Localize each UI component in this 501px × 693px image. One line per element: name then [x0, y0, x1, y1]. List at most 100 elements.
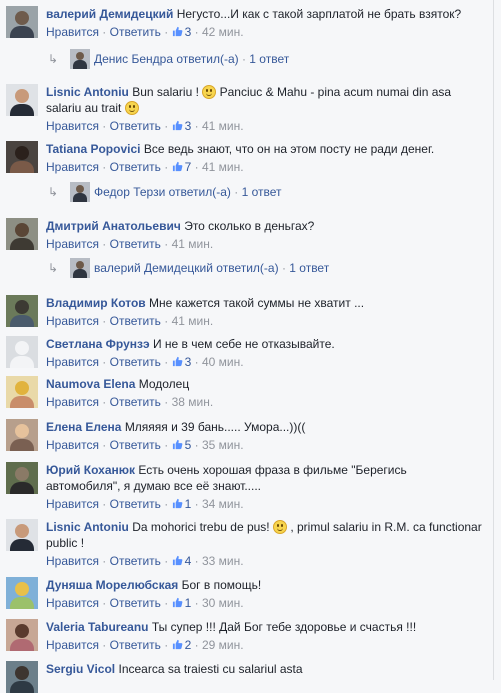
like-count[interactable]: 3 — [172, 25, 191, 39]
comment-actions: Нравится · Ответить · 41 мин. — [46, 237, 214, 251]
comment-time[interactable]: 41 мин. — [172, 314, 214, 328]
like-count[interactable]: 3 — [172, 119, 191, 133]
comment-author[interactable]: Naumova Elena — [46, 377, 135, 391]
comment-time[interactable]: 35 мин. — [202, 438, 244, 452]
like-button[interactable]: Нравится — [46, 355, 99, 369]
avatar[interactable] — [6, 462, 38, 494]
comment-author[interactable]: Дуняша Морелюбская — [46, 578, 178, 592]
avatar[interactable] — [6, 295, 38, 327]
comment-text: Модолец — [138, 377, 190, 391]
like-button[interactable]: Нравится — [46, 119, 99, 133]
thumbs-up-icon — [172, 120, 183, 131]
like-count[interactable]: 2 — [172, 638, 191, 652]
like-count[interactable]: 5 — [172, 438, 191, 452]
reply-button[interactable]: Ответить — [110, 554, 161, 568]
replies-link[interactable]: ↳ Денис Бендра ответил(-а) · 1 ответ — [48, 49, 478, 69]
like-count[interactable]: 1 — [172, 596, 191, 610]
comment-author[interactable]: Valeria Tabureanu — [46, 620, 149, 634]
reply-button[interactable]: Ответить — [110, 314, 161, 328]
comment-actions: Нравится · Ответить · 41 мин. — [46, 314, 214, 328]
replies-link[interactable]: ↳ Федор Терзи ответил(-а) · 1 ответ — [48, 182, 478, 202]
comment-author[interactable]: валерий Демидецкий — [46, 7, 173, 21]
like-button[interactable]: Нравится — [46, 237, 99, 251]
like-button[interactable]: Нравится — [46, 596, 99, 610]
like-count[interactable]: 1 — [172, 497, 191, 511]
comment-time[interactable]: 41 мин. — [172, 237, 214, 251]
comment-time[interactable]: 41 мин. — [202, 119, 244, 133]
comment-time[interactable]: 38 мин. — [172, 395, 214, 409]
thumbs-up-icon — [172, 639, 183, 650]
like-count[interactable]: 4 — [172, 554, 191, 568]
comment-text: И не в чем себе не отказывайте. — [152, 337, 335, 351]
reply-button[interactable]: Ответить — [110, 160, 161, 174]
thumbs-up-icon — [172, 26, 183, 37]
like-button[interactable]: Нравится — [46, 25, 99, 39]
replies-link[interactable]: ↳ валерий Демидецкий ответил(-а) · 1 отве… — [48, 258, 478, 278]
comment-author[interactable]: Юрий Коханюк — [46, 463, 135, 477]
comment-author[interactable]: Sergiu Vicol — [46, 662, 115, 676]
comment-author[interactable]: Tatiana Popovici — [46, 142, 140, 156]
comment-actions: Нравится · Ответить · 5 · 35 мин. — [46, 438, 244, 452]
avatar[interactable] — [6, 84, 38, 116]
like-button[interactable]: Нравится — [46, 395, 99, 409]
reply-button[interactable]: Ответить — [110, 395, 161, 409]
avatar[interactable] — [6, 141, 38, 173]
reply-button[interactable]: Ответить — [110, 438, 161, 452]
smile-emoji-icon — [202, 85, 217, 99]
reply-arrow-icon: ↳ — [48, 261, 59, 275]
comment-text: Ты супер !!! Дай Бог тебе здоровье и сча… — [151, 620, 417, 634]
avatar[interactable] — [6, 336, 38, 368]
reply-button[interactable]: Ответить — [110, 25, 161, 39]
avatar — [70, 258, 90, 278]
avatar[interactable] — [6, 376, 38, 408]
comment-author[interactable]: Светлана Фрунзэ — [46, 337, 150, 351]
reply-button[interactable]: Ответить — [110, 355, 161, 369]
reply-arrow-icon: ↳ — [48, 185, 59, 199]
avatar — [70, 49, 90, 69]
like-button[interactable]: Нравится — [46, 554, 99, 568]
like-count[interactable]: 7 — [172, 160, 191, 174]
comment-actions: Нравится · Ответить · 2 · 29 мин. — [46, 638, 244, 652]
reply-button[interactable]: Ответить — [110, 119, 161, 133]
smile-emoji-icon — [124, 101, 139, 115]
comment-actions: Нравится · Ответить · 7 · 41 мин. — [46, 160, 244, 174]
avatar[interactable] — [6, 661, 38, 693]
comment-time[interactable]: 34 мин. — [202, 497, 244, 511]
reply-button[interactable]: Ответить — [110, 237, 161, 251]
avatar[interactable] — [6, 619, 38, 651]
comment-author[interactable]: Lisnic Antoniu — [46, 85, 129, 99]
comment-author[interactable]: Lisnic Antoniu — [46, 520, 129, 534]
comment-time[interactable]: 40 мин. — [202, 355, 244, 369]
comment-time[interactable]: 29 мин. — [202, 638, 244, 652]
comment-time[interactable]: 42 мин. — [202, 25, 244, 39]
like-button[interactable]: Нравится — [46, 314, 99, 328]
reply-button[interactable]: Ответить — [110, 596, 161, 610]
avatar[interactable] — [6, 577, 38, 609]
avatar[interactable] — [6, 218, 38, 250]
like-button[interactable]: Нравится — [46, 638, 99, 652]
like-button[interactable]: Нравится — [46, 438, 99, 452]
like-button[interactable]: Нравится — [46, 160, 99, 174]
avatar[interactable] — [6, 519, 38, 551]
comment-actions: Нравится · Ответить · 4 · 33 мин. — [46, 554, 244, 568]
like-count[interactable]: 3 — [172, 355, 191, 369]
like-button[interactable]: Нравится — [46, 497, 99, 511]
comment-time[interactable]: 41 мин. — [202, 160, 244, 174]
reply-button[interactable]: Ответить — [110, 638, 161, 652]
comment-actions: Нравится · Ответить · 3 · 40 мин. — [46, 355, 244, 369]
comment-actions: Нравится · Ответить · 1 · 30 мин. — [46, 596, 244, 610]
comment-actions: Нравится · Ответить · 38 мин. — [46, 395, 214, 409]
comment-author[interactable]: Елена Елена — [46, 420, 121, 434]
comment-author[interactable]: Владимир Котов — [46, 296, 146, 310]
thumbs-up-icon — [172, 555, 183, 566]
comment-time[interactable]: 33 мин. — [202, 554, 244, 568]
reply-button[interactable]: Ответить — [110, 497, 161, 511]
avatar — [70, 182, 90, 202]
comment-author[interactable]: Дмитрий Анатольевич — [46, 219, 181, 233]
comment-time[interactable]: 30 мин. — [202, 596, 244, 610]
avatar[interactable] — [6, 419, 38, 451]
comment-text: Мляяяя и 39 бань..... Умора...))(( — [124, 420, 306, 434]
comment-text: Все ведь знают, что он на этом посту не … — [143, 142, 435, 156]
avatar[interactable] — [6, 6, 38, 38]
comment-actions: Нравится · Ответить · 3 · 42 мин. — [46, 25, 244, 39]
